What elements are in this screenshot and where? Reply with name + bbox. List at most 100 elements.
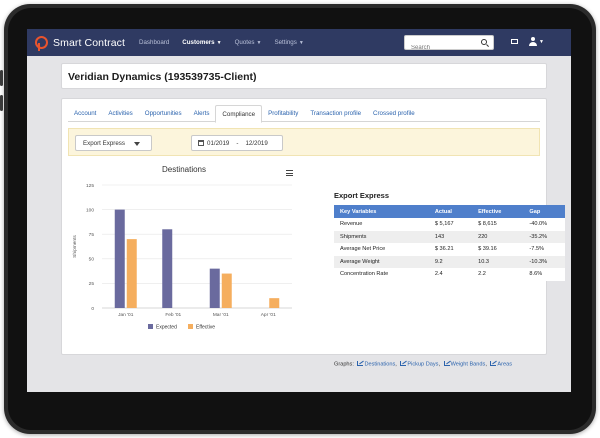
graph-link-areas[interactable]: Areas (497, 362, 512, 368)
table-row: Average Weight 9.2 10.3 -10.3% (334, 255, 565, 268)
table-header: Gap (523, 205, 565, 218)
table-cell: Concentration Rate (334, 268, 429, 281)
table-row: Revenue $ 5,167 $ 8,615 -40.0% (334, 218, 565, 231)
table-cell: $ 8,615 (472, 218, 524, 231)
user-icon-body (529, 42, 537, 46)
chevron-down-icon: ▼ (298, 40, 304, 46)
caret-down-icon (134, 142, 140, 146)
nav-settings-label: Settings (274, 39, 297, 46)
y-tick-label: 25 (89, 281, 95, 287)
tab-alerts[interactable]: Alerts (188, 105, 216, 122)
table-row: Shipments 143 220 -35.2% (334, 230, 565, 243)
title-card: Veridian Dynamics (193539735-Client) (61, 63, 547, 89)
brand-logo-icon (35, 36, 48, 51)
legend-label: Effective (196, 325, 215, 331)
y-tick-label: 50 (89, 257, 95, 263)
search-box (404, 35, 494, 55)
hamburger-menu-icon[interactable] (286, 170, 293, 176)
line-chart-icon (443, 361, 450, 366)
chart-title: Destinations (162, 165, 206, 174)
table-cell: -40.0% (523, 218, 565, 231)
table-cell: 10.3 (472, 255, 524, 268)
user-icon (531, 37, 535, 41)
x-tick-label: Jan '01 (118, 312, 134, 318)
date-to: 12/2019 (245, 139, 268, 147)
line-chart-icon (400, 361, 407, 366)
bar-expected (114, 209, 125, 308)
y-tick-label: 75 (89, 232, 95, 238)
calendar-icon (198, 140, 204, 146)
chevron-down-icon: ▼ (256, 40, 262, 46)
table-cell: $ 36.21 (428, 243, 473, 256)
volume-button (0, 95, 3, 111)
y-tick-label: 100 (86, 207, 94, 213)
mail-icon[interactable] (511, 39, 518, 44)
tab-crossed-profile[interactable]: Crossed profile (367, 105, 421, 122)
tab-profitability[interactable]: Profitability (262, 105, 304, 122)
table-cell: 8.6% (523, 268, 565, 281)
x-tick-label: Apr '01 (261, 312, 276, 318)
date-separator: - (236, 139, 239, 147)
nav-customers[interactable]: Customers ▼ (182, 39, 221, 46)
table-header: Key Variables (334, 205, 429, 218)
table-cell: Average Net Price (334, 243, 429, 256)
graph-link-weight-bands[interactable]: Weight Bands (451, 362, 486, 368)
table-cell: Revenue (334, 218, 429, 231)
bar-expected (209, 268, 220, 308)
line-chart-icon (490, 361, 497, 366)
tab-opportunities[interactable]: Opportunities (139, 105, 188, 122)
chevron-down-icon: ▼ (539, 39, 544, 45)
graph-link-destinations[interactable]: Destinations (364, 362, 395, 368)
table-cell: -7.5% (523, 243, 565, 256)
user-menu[interactable]: ▼ (529, 37, 544, 47)
search-icon[interactable] (481, 39, 487, 45)
filter-bar: Export Express 01/2019 - 12/2019 (68, 128, 540, 156)
tab-account[interactable]: Account (68, 105, 102, 122)
destinations-chart: Destinations 0 25 50 75 100 125 Shipments Jan '0… (72, 165, 292, 331)
legend-label: Expected (156, 325, 177, 331)
nav-links: Dashboard Customers ▼ Quotes ▼ Settings ▼ (139, 39, 317, 46)
top-navbar: Smart Contract Dashboard Customers ▼ Quot… (27, 29, 571, 56)
bar-effective (269, 298, 280, 308)
main-card: Account Activities Opportunities Alerts … (61, 98, 565, 368)
search-input[interactable] (405, 41, 475, 55)
table-cell: Shipments (334, 230, 429, 243)
brand-name: Smart Contract (53, 36, 126, 49)
table-cell: Average Weight (334, 255, 429, 268)
date-range-picker[interactable]: 01/2019 - 12/2019 (191, 135, 283, 151)
tab-compliance[interactable]: Compliance (215, 105, 263, 123)
bar-effective (126, 239, 137, 308)
table-header: Effective (472, 205, 524, 218)
bar-expected (162, 229, 173, 308)
table-cell: 2.2 (472, 268, 524, 281)
x-tick-label: Mar '01 (213, 312, 229, 318)
nav-dashboard[interactable]: Dashboard (139, 39, 169, 46)
bar-effective (221, 273, 232, 308)
y-axis-label: Shipments (72, 235, 78, 258)
tab-transaction-profile[interactable]: Transaction profile (304, 105, 367, 122)
service-dropdown[interactable]: Export Express (75, 135, 152, 151)
x-tick-label: Feb '01 (165, 312, 181, 318)
key-variables-table: Key Variables Actual Effective Gap Reven… (334, 205, 565, 281)
table-row: Average Net Price $ 36.21 $ 39.16 -7.5% (334, 243, 565, 256)
table-cell: $ 5,167 (428, 218, 473, 231)
table-header: Actual (428, 205, 473, 218)
page-title: Veridian Dynamics (193539735-Client) (68, 71, 257, 83)
graphs-links: Graphs: Destinations, Pickup Days, Weigh… (334, 361, 513, 368)
table-cell: -35.2% (523, 230, 565, 243)
service-dropdown-value: Export Express (83, 140, 125, 147)
table-cell: 220 (472, 230, 524, 243)
screen: Smart Contract Dashboard Customers ▼ Quot… (27, 29, 571, 392)
graph-link-pickup-days[interactable]: Pickup Days (407, 362, 438, 368)
y-tick-label: 125 (86, 183, 94, 189)
table-cell: $ 39.16 (472, 243, 524, 256)
table-header-row: Key Variables Actual Effective Gap (334, 205, 565, 218)
kv-title: Export Express (334, 191, 390, 200)
nav-settings[interactable]: Settings ▼ (274, 39, 303, 46)
brand[interactable]: Smart Contract (35, 36, 126, 51)
legend-swatch (188, 324, 193, 329)
tab-activities[interactable]: Activities (102, 105, 138, 122)
volume-button (0, 70, 3, 86)
table-cell: 143 (428, 230, 473, 243)
nav-quotes[interactable]: Quotes ▼ (235, 39, 262, 46)
